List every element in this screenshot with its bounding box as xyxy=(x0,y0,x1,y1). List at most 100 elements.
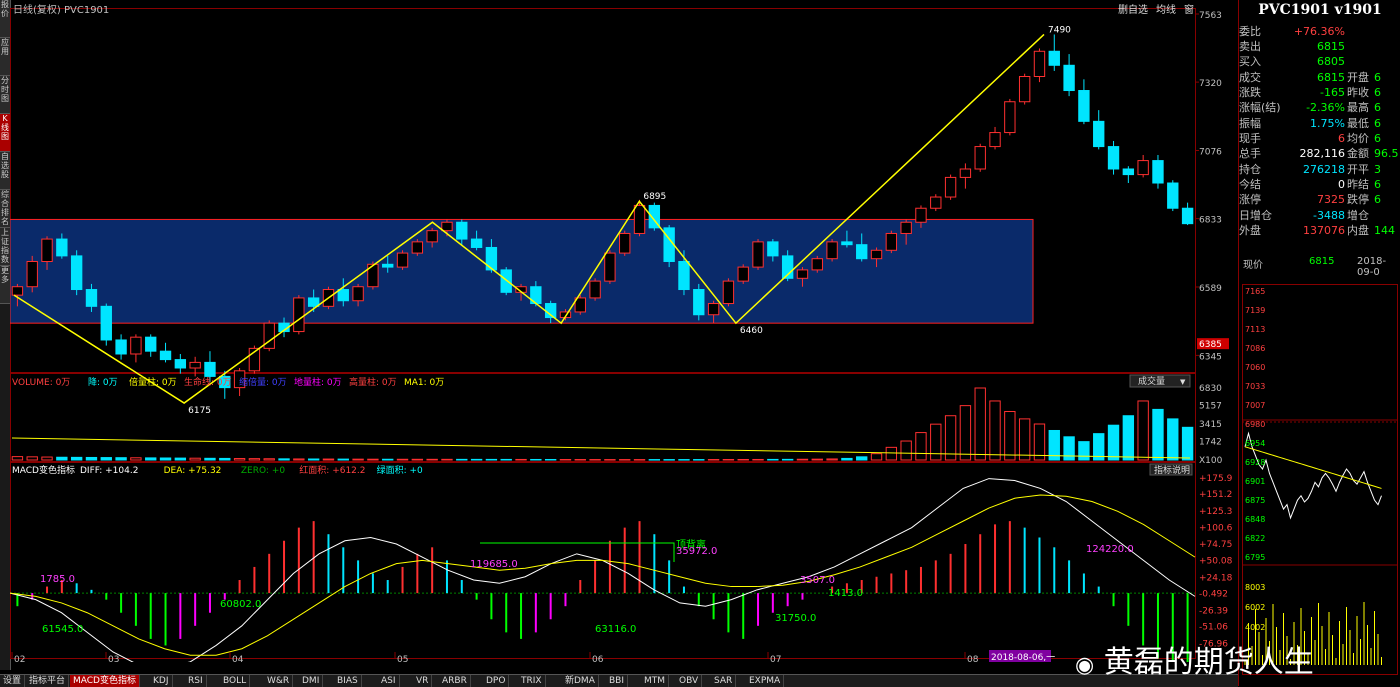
toolbar-item: 窗 xyxy=(1184,3,1194,16)
indicator-tab[interactable]: DPO xyxy=(483,675,510,687)
quote-value-2: 96.5 xyxy=(1374,147,1399,160)
indicator-tab[interactable]: 指标平台 xyxy=(26,675,70,687)
volume-bar xyxy=(500,458,512,461)
left-tab[interactable]: 应用 xyxy=(0,38,10,76)
volume-bar xyxy=(796,458,809,461)
indicator-tab[interactable]: OBV xyxy=(676,675,703,687)
macd-tick-label: +100.6 xyxy=(1199,523,1233,533)
indicator-tab[interactable]: W&R xyxy=(264,675,294,687)
volume-bar xyxy=(11,456,24,461)
candle-body xyxy=(856,244,868,260)
indicator-tab[interactable]: BBI xyxy=(606,675,629,687)
left-tab[interactable]: 分时图 xyxy=(0,76,10,114)
left-tab[interactable]: 自选股 xyxy=(0,152,10,190)
indicator-tab[interactable]: EXPMA xyxy=(746,675,785,687)
candle-body xyxy=(145,336,157,352)
quote-value: 6815 xyxy=(1317,40,1345,53)
indicator-tab[interactable]: VR xyxy=(413,675,433,687)
candle-body xyxy=(411,241,424,254)
quote-value-2: 6 xyxy=(1374,117,1381,130)
month-label: 07 xyxy=(770,655,781,662)
volume-bar xyxy=(485,458,498,461)
mini-price-label: 6795 xyxy=(1245,553,1265,562)
left-tab[interactable]: 报价 xyxy=(0,0,10,38)
volume-bar xyxy=(1033,423,1046,461)
volume-legend: VOLUME: 0万 降: 0万 倍量柱: 0万 生命线: 0万 缩倍量: 0万 地量柱:… xyxy=(12,374,1191,388)
weibo-icon: ◉ xyxy=(1075,653,1095,678)
quote-row: 日增仓 -3488 增仓 xyxy=(1239,208,1400,223)
volume-bar xyxy=(352,458,364,461)
quote-label: 买入 xyxy=(1239,55,1261,68)
now-price-value: 6815 xyxy=(1309,256,1335,267)
chart-toolbar: 删自选 均线窗 xyxy=(1118,3,1194,16)
quote-row: 卖出 6815 xyxy=(1239,39,1400,54)
left-tab[interactable]: 综合排名 xyxy=(0,190,10,228)
candle-body xyxy=(693,289,705,316)
intraday-mini-chart[interactable]: 7165 7139 7113 7086 7060 7033 7007 6980 6954 6928… xyxy=(1239,280,1400,680)
candle-body xyxy=(382,263,394,268)
price-tick-label: 6589 xyxy=(1199,284,1222,294)
left-tab[interactable]: 更多 xyxy=(0,266,10,304)
kline-chart[interactable]: 日线(复权) PVC1901 删自选 均线窗 6175 6895 6460 7490 7… xyxy=(10,0,1238,662)
volume-legend-item: 降: 0万 xyxy=(88,376,118,388)
macd-annotation: 61545.0 xyxy=(42,624,83,635)
candle-body xyxy=(1181,207,1194,225)
volume-bar xyxy=(441,458,453,461)
quote-label: 涨幅(结) xyxy=(1239,101,1281,114)
candle-body xyxy=(826,241,838,260)
candle-body xyxy=(707,303,720,316)
volume-bar xyxy=(574,459,586,461)
volume-bar xyxy=(1078,441,1090,461)
quote-value: -165 xyxy=(1320,86,1345,99)
candle-body xyxy=(930,196,942,209)
quote-label: 涨跌 xyxy=(1239,86,1261,99)
price-tick-label: 7076 xyxy=(1199,147,1222,157)
candle-body xyxy=(441,221,453,232)
candle-body xyxy=(1107,146,1120,170)
volume-bar xyxy=(411,458,424,461)
indicator-tab[interactable]: BIAS xyxy=(334,675,362,687)
macd-legend-item: DEA: +75.32 xyxy=(164,466,222,476)
now-price-label: 现价 xyxy=(1243,260,1263,271)
indicator-tab[interactable]: ARBR xyxy=(439,675,471,687)
quote-panel: PVC1901 v1901 7165 7139 7113 7086 7060 7033 70… xyxy=(1238,0,1400,686)
macd-annotation: 3507.0 xyxy=(800,575,835,586)
volume-bar xyxy=(159,457,172,461)
indicator-tab[interactable]: 新DMA xyxy=(562,675,599,687)
mini-price-label: 7139 xyxy=(1245,306,1265,315)
indicator-tab[interactable]: MACD变色指标 xyxy=(70,675,140,687)
macd-annotation: 35972.0 xyxy=(676,546,717,557)
indicator-tab[interactable]: TRIX xyxy=(518,675,546,687)
volume-bar xyxy=(633,459,646,461)
left-tab[interactable]: K线图 xyxy=(0,114,10,152)
indicator-tab[interactable]: MTM xyxy=(641,675,670,687)
quote-label: 外盘 xyxy=(1239,224,1261,237)
macd-legend: MACD变色指标 DIFF: +104.2 DEA: +75.32 ZERO: +0 红… xyxy=(12,463,1193,476)
candle-body xyxy=(900,221,912,234)
indicator-tab[interactable]: RSI xyxy=(185,675,207,687)
indicator-tab[interactable]: 设置 xyxy=(0,675,26,687)
volume-bar xyxy=(781,458,794,461)
indicator-tab[interactable]: SAR xyxy=(711,675,737,687)
macd-tick-label: +24.18 xyxy=(1199,573,1233,583)
volume-bar xyxy=(204,457,216,461)
macd-annotation: 124220.0 xyxy=(1086,544,1134,555)
quote-label: 总手 xyxy=(1239,147,1261,160)
candle-body xyxy=(1137,160,1149,176)
indicator-tab[interactable]: BOLL xyxy=(220,675,251,687)
candle-body xyxy=(307,297,320,307)
quote-value-2: 144 xyxy=(1374,224,1395,237)
volume-bar xyxy=(693,459,705,461)
volume-bar xyxy=(337,458,349,461)
candle-body xyxy=(189,361,201,369)
volume-bar xyxy=(26,456,38,461)
volume-bar xyxy=(752,458,764,461)
chevron-down-icon: ▼ xyxy=(1180,378,1186,386)
macd-tick-label: -0.492 xyxy=(1199,589,1228,599)
volume-bar xyxy=(1167,418,1179,461)
indicator-tab[interactable]: ASI xyxy=(378,675,400,687)
indicator-tab[interactable]: KDJ xyxy=(150,675,173,687)
indicator-tab[interactable]: DMI xyxy=(299,675,324,687)
left-tab[interactable]: 上证指数 xyxy=(0,228,10,266)
volume-tick-label: 1742 xyxy=(1199,438,1222,448)
